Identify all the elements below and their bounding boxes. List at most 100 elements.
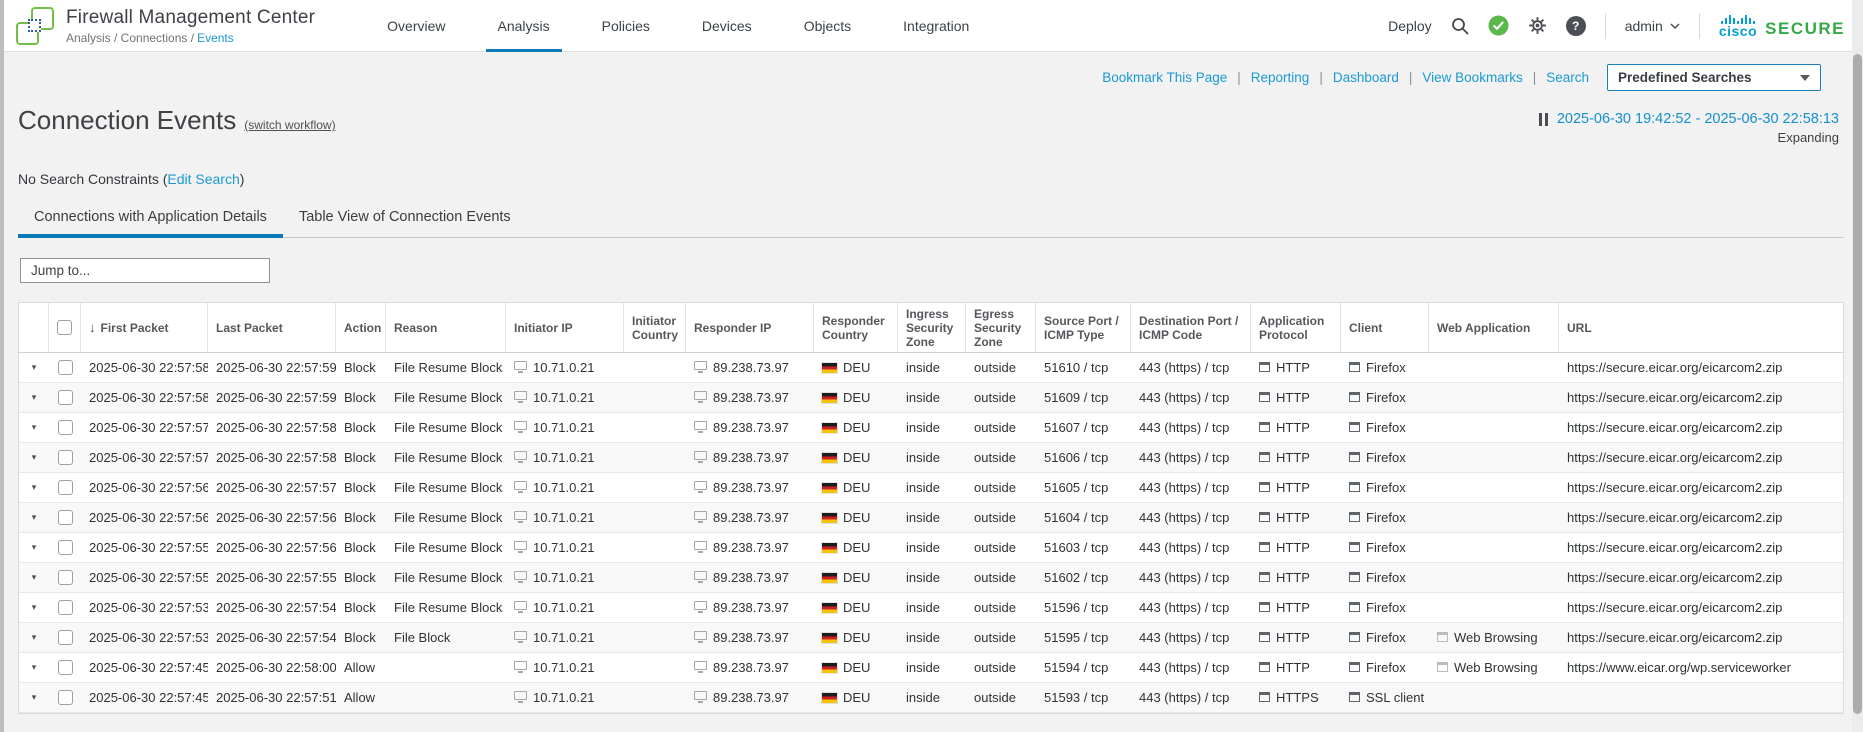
cell-initiator-ip: 10.71.0.21: [506, 353, 624, 382]
cell-app-protocol: HTTP: [1251, 443, 1341, 472]
row-checkbox[interactable]: [49, 653, 81, 682]
col-initiator-country[interactable]: Initiator Country: [624, 303, 686, 352]
cell-last-packet: 2025-06-30 22:57:59: [208, 353, 336, 382]
scrollbar-thumb[interactable]: [1853, 54, 1862, 714]
expand-row-button[interactable]: ▾: [19, 413, 49, 442]
app-title: Firewall Management Center: [66, 7, 315, 29]
breadcrumb-current[interactable]: Events: [197, 31, 234, 45]
cell-first-packet: 2025-06-30 22:57:45: [81, 683, 208, 712]
row-checkbox[interactable]: [49, 353, 81, 382]
row-checkbox[interactable]: [49, 443, 81, 472]
cell-first-packet: 2025-06-30 22:57:57: [81, 413, 208, 442]
row-checkbox[interactable]: [49, 503, 81, 532]
nav-policies[interactable]: Policies: [576, 0, 676, 52]
col-reason[interactable]: Reason: [386, 303, 506, 352]
cell-url: https://secure.eicar.org/eicarcom2.zip: [1559, 533, 1843, 562]
predefined-searches-dropdown[interactable]: Predefined Searches: [1607, 64, 1821, 91]
row-checkbox[interactable]: [49, 563, 81, 592]
fmc-logo-icon: [16, 7, 54, 45]
help-icon[interactable]: ?: [1566, 16, 1586, 36]
col-client[interactable]: Client: [1341, 303, 1429, 352]
user-menu[interactable]: admin: [1625, 18, 1680, 34]
row-checkbox[interactable]: [49, 593, 81, 622]
row-checkbox[interactable]: [49, 473, 81, 502]
col-application-protocol[interactable]: Application Protocol: [1251, 303, 1341, 352]
nav-integration[interactable]: Integration: [877, 0, 995, 52]
expand-row-button[interactable]: ▾: [19, 383, 49, 412]
expand-row-icon: ▾: [32, 572, 37, 583]
nav-devices[interactable]: Devices: [676, 0, 778, 52]
client-icon: [1349, 452, 1360, 462]
cell-egress-zone: outside: [966, 623, 1036, 652]
expand-row-button[interactable]: ▾: [19, 623, 49, 652]
main-nav: Overview Analysis Policies Devices Objec…: [361, 0, 995, 52]
deploy-status-check-icon[interactable]: [1488, 15, 1509, 36]
nav-overview[interactable]: Overview: [361, 0, 471, 52]
col-egress-security-zone[interactable]: Egress Security Zone: [966, 303, 1036, 352]
host-icon: [694, 481, 707, 490]
expand-row-button[interactable]: ▾: [19, 443, 49, 472]
cell-action: Block: [336, 413, 386, 442]
constraints-text: No Search Constraints (: [18, 171, 167, 187]
row-checkbox[interactable]: [49, 683, 81, 712]
expand-row-button[interactable]: ▾: [19, 533, 49, 562]
time-range-link[interactable]: 2025-06-30 19:42:52 - 2025-06-30 22:58:1…: [1557, 111, 1839, 127]
search-link[interactable]: Search: [1546, 70, 1589, 85]
select-all-checkbox[interactable]: [49, 303, 81, 352]
nav-objects[interactable]: Objects: [778, 0, 877, 52]
gear-icon[interactable]: [1528, 16, 1547, 35]
reporting-link[interactable]: Reporting: [1251, 70, 1333, 85]
col-destination-port[interactable]: Destination Port / ICMP Code: [1131, 303, 1251, 352]
application-icon: [1259, 362, 1270, 372]
host-icon: [694, 571, 707, 580]
expand-row-icon: ▾: [32, 602, 37, 613]
col-initiator-ip[interactable]: Initiator IP: [506, 303, 624, 352]
col-ingress-security-zone[interactable]: Ingress Security Zone: [898, 303, 966, 352]
col-url[interactable]: URL: [1559, 303, 1843, 352]
row-checkbox[interactable]: [49, 383, 81, 412]
switch-workflow-link[interactable]: (switch workflow): [244, 118, 335, 132]
view-bookmarks-link[interactable]: View Bookmarks: [1422, 70, 1546, 85]
col-first-packet[interactable]: ↓First Packet: [81, 303, 208, 352]
cell-responder-country: DEU: [814, 383, 898, 412]
row-checkbox[interactable]: [49, 623, 81, 652]
edit-search-link[interactable]: Edit Search: [167, 171, 239, 187]
nav-analysis[interactable]: Analysis: [472, 0, 576, 52]
cell-dest-port: 443 (https) / tcp: [1131, 503, 1251, 532]
expand-row-button[interactable]: ▾: [19, 593, 49, 622]
client-icon: [1349, 392, 1360, 402]
col-web-application[interactable]: Web Application: [1429, 303, 1559, 352]
col-source-port[interactable]: Source Port / ICMP Type: [1036, 303, 1131, 352]
pause-icon[interactable]: [1539, 113, 1548, 126]
col-responder-country[interactable]: Responder Country: [814, 303, 898, 352]
cell-ingress-zone: inside: [898, 683, 966, 712]
expand-row-button[interactable]: ▾: [19, 683, 49, 712]
cell-action: Block: [336, 473, 386, 502]
cell-action: Block: [336, 353, 386, 382]
expand-row-button[interactable]: ▾: [19, 653, 49, 682]
col-action[interactable]: Action: [336, 303, 386, 352]
col-responder-ip[interactable]: Responder IP: [686, 303, 814, 352]
col-last-packet[interactable]: Last Packet: [208, 303, 336, 352]
tab-table-view-of-connection-events[interactable]: Table View of Connection Events: [283, 209, 527, 237]
cell-reason: File Resume Block: [386, 563, 506, 592]
expand-row-button[interactable]: ▾: [19, 503, 49, 532]
breadcrumb-path: Analysis / Connections /: [66, 31, 194, 45]
expand-row-button[interactable]: ▾: [19, 353, 49, 382]
row-checkbox[interactable]: [49, 533, 81, 562]
cell-dest-port: 443 (https) / tcp: [1131, 473, 1251, 502]
search-icon[interactable]: [1451, 17, 1469, 35]
row-checkbox[interactable]: [49, 413, 81, 442]
deploy-button[interactable]: Deploy: [1388, 18, 1432, 34]
tab-connections-with-application-details[interactable]: Connections with Application Details: [18, 209, 283, 237]
cell-initiator-country: [624, 653, 686, 682]
bookmark-this-page-link[interactable]: Bookmark This Page: [1102, 70, 1251, 85]
jump-to-dropdown[interactable]: Jump to...: [20, 258, 270, 283]
host-icon: [514, 631, 527, 640]
cell-app-protocol: HTTP: [1251, 413, 1341, 442]
expand-row-button[interactable]: ▾: [19, 473, 49, 502]
country-flag-deu-icon: [822, 453, 837, 463]
expand-row-button[interactable]: ▾: [19, 563, 49, 592]
cell-web-application: [1429, 533, 1559, 562]
dashboard-link[interactable]: Dashboard: [1333, 70, 1423, 85]
